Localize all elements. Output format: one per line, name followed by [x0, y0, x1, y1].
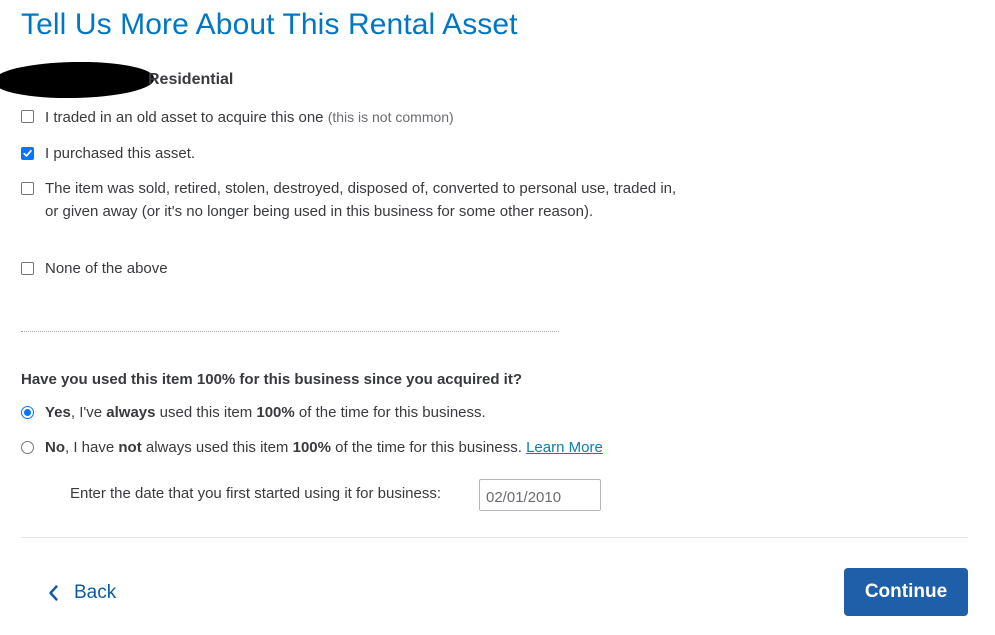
footer-divider — [21, 537, 968, 538]
usage-question: Have you used this item 100% for this bu… — [21, 371, 522, 388]
back-button-label: Back — [74, 582, 117, 603]
asset-name: Residential — [148, 71, 234, 88]
checkbox-purchased[interactable] — [21, 147, 34, 160]
learn-more-link[interactable]: Learn More — [526, 439, 603, 456]
checkbox-traded-note: (this is not common) — [327, 109, 454, 125]
page-title: Tell Us More About This Rental Asset — [21, 8, 518, 41]
radio-yes-label[interactable]: Yes, I've always used this item 100% of … — [45, 403, 486, 423]
checkbox-disposed[interactable] — [21, 182, 34, 195]
checkbox-none-label[interactable]: None of the above — [45, 258, 685, 281]
checkbox-purchased-label[interactable]: I purchased this asset. — [45, 143, 685, 166]
chevron-left-icon — [49, 585, 58, 601]
checkbox-none[interactable] — [21, 262, 34, 275]
checkbox-disposed-label[interactable]: The item was sold, retired, stolen, dest… — [45, 178, 685, 223]
radio-no-label[interactable]: No, I have not always used this item 100… — [45, 438, 603, 458]
back-button[interactable]: Back — [47, 578, 116, 608]
radio-no[interactable] — [21, 441, 34, 454]
section-divider — [21, 331, 559, 332]
redaction-mark — [0, 60, 155, 100]
radio-yes[interactable] — [21, 406, 34, 419]
asset-header: Residential — [0, 60, 260, 100]
continue-button[interactable]: Continue — [844, 568, 968, 616]
business-date-label: Enter the date that you first started us… — [70, 485, 442, 502]
business-date-input[interactable] — [479, 479, 601, 511]
checkbox-traded-label[interactable]: I traded in an old asset to acquire this… — [45, 106, 685, 130]
checkbox-traded[interactable] — [21, 110, 34, 123]
checkmark-icon — [23, 149, 32, 157]
